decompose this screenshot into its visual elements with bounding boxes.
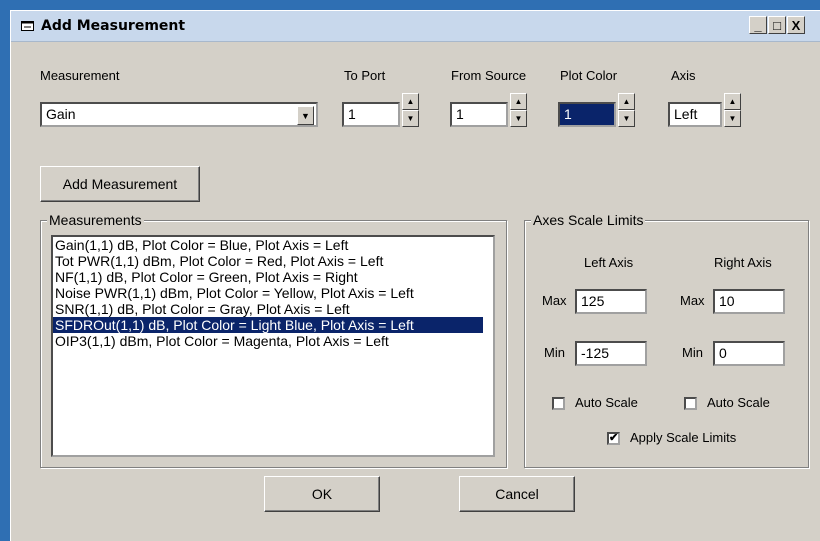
right-max-label: Max bbox=[680, 293, 705, 308]
list-item[interactable]: SNR(1,1) dB, Plot Color = Gray, Plot Axi… bbox=[53, 301, 493, 317]
axis-label: Axis bbox=[671, 68, 696, 83]
plot-color-value: 1 bbox=[564, 106, 572, 122]
to-port-value: 1 bbox=[348, 106, 356, 122]
check-icon: ✔ bbox=[609, 432, 619, 444]
minimize-button[interactable]: _ bbox=[749, 16, 767, 34]
left-auto-scale-checkbox[interactable] bbox=[552, 397, 565, 410]
measurement-select[interactable]: Gain ▼ bbox=[40, 102, 318, 127]
stepper-down-icon[interactable]: ▼ bbox=[402, 110, 419, 127]
list-item[interactable]: Gain(1,1) dB, Plot Color = Blue, Plot Ax… bbox=[53, 237, 493, 253]
list-item[interactable]: SFDROut(1,1) dB, Plot Color = Light Blue… bbox=[53, 317, 483, 333]
stepper-up-icon[interactable]: ▲ bbox=[402, 93, 419, 110]
from-source-value: 1 bbox=[456, 106, 464, 122]
axis-stepper[interactable]: ▲ ▼ bbox=[724, 93, 741, 127]
right-min-label: Min bbox=[682, 345, 703, 360]
left-min-label: Min bbox=[544, 345, 565, 360]
left-auto-scale-label: Auto Scale bbox=[575, 395, 638, 410]
right-max-input[interactable]: 10 bbox=[713, 289, 785, 314]
measurement-select-value: Gain bbox=[46, 106, 76, 122]
right-min-input[interactable]: 0 bbox=[713, 341, 785, 366]
from-source-stepper[interactable]: ▲ ▼ bbox=[510, 93, 527, 127]
left-min-input[interactable]: -125 bbox=[575, 341, 647, 366]
right-axis-label: Right Axis bbox=[714, 255, 772, 270]
measurement-label: Measurement bbox=[40, 68, 120, 83]
right-auto-scale-checkbox[interactable] bbox=[684, 397, 697, 410]
chevron-down-icon[interactable]: ▼ bbox=[297, 106, 314, 125]
stepper-down-icon[interactable]: ▼ bbox=[618, 110, 635, 127]
stepper-up-icon[interactable]: ▲ bbox=[724, 93, 741, 110]
add-measurement-button[interactable]: Add Measurement bbox=[40, 166, 200, 202]
plot-color-input[interactable]: 1 bbox=[558, 102, 616, 127]
from-source-label: From Source bbox=[451, 68, 527, 83]
from-source-input[interactable]: 1 bbox=[450, 102, 508, 127]
ok-button[interactable]: OK bbox=[264, 476, 380, 512]
left-max-input[interactable]: 125 bbox=[575, 289, 647, 314]
maximize-button[interactable]: □ bbox=[768, 16, 786, 34]
axes-scale-limits-title: Axes Scale Limits bbox=[531, 212, 646, 228]
measurements-group: Measurements Gain(1,1) dB, Plot Color = … bbox=[40, 212, 507, 468]
apply-scale-limits-checkbox[interactable]: ✔ bbox=[607, 432, 620, 445]
stepper-down-icon[interactable]: ▼ bbox=[724, 110, 741, 127]
window-title: Add Measurement bbox=[41, 18, 186, 34]
close-button[interactable]: X bbox=[787, 16, 805, 34]
right-min-value: 0 bbox=[719, 345, 727, 361]
list-item[interactable]: Noise PWR(1,1) dBm, Plot Color = Yellow,… bbox=[53, 285, 493, 301]
measurements-list[interactable]: Gain(1,1) dB, Plot Color = Blue, Plot Ax… bbox=[51, 235, 495, 457]
to-port-stepper[interactable]: ▲ ▼ bbox=[402, 93, 419, 127]
list-item[interactable]: NF(1,1) dB, Plot Color = Green, Plot Axi… bbox=[53, 269, 493, 285]
title-bar: Add Measurement _ □ X bbox=[11, 11, 820, 42]
left-min-value: -125 bbox=[581, 345, 610, 361]
to-port-label: To Port bbox=[344, 68, 386, 83]
left-axis-label: Left Axis bbox=[584, 255, 634, 270]
plot-color-stepper[interactable]: ▲ ▼ bbox=[618, 93, 635, 127]
list-item[interactable]: OIP3(1,1) dBm, Plot Color = Magenta, Plo… bbox=[53, 333, 493, 349]
axes-scale-limits-group: Axes Scale Limits Left Axis Right Axis M… bbox=[524, 212, 809, 468]
to-port-input[interactable]: 1 bbox=[342, 102, 400, 127]
window-icon bbox=[21, 21, 34, 31]
apply-scale-limits-label: Apply Scale Limits bbox=[630, 430, 737, 445]
stepper-up-icon[interactable]: ▲ bbox=[510, 93, 527, 110]
add-measurement-dialog: Add Measurement _ □ X Measurement To Por… bbox=[10, 10, 820, 541]
left-max-value: 125 bbox=[581, 293, 605, 309]
axis-input[interactable]: Left bbox=[668, 102, 722, 127]
axis-value: Left bbox=[674, 106, 698, 122]
list-item[interactable]: Tot PWR(1,1) dBm, Plot Color = Red, Plot… bbox=[53, 253, 493, 269]
plot-color-label: Plot Color bbox=[560, 68, 618, 83]
left-max-label: Max bbox=[542, 293, 567, 308]
right-max-value: 10 bbox=[719, 293, 735, 309]
cancel-button[interactable]: Cancel bbox=[459, 476, 575, 512]
measurements-group-title: Measurements bbox=[47, 212, 144, 228]
stepper-up-icon[interactable]: ▲ bbox=[618, 93, 635, 110]
stepper-down-icon[interactable]: ▼ bbox=[510, 110, 527, 127]
right-auto-scale-label: Auto Scale bbox=[707, 395, 770, 410]
